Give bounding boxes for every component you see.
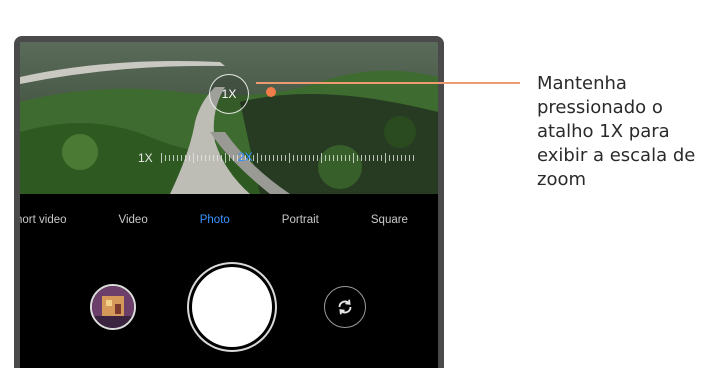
zoom-tick <box>164 155 166 161</box>
zoom-scale-ticks <box>160 153 414 163</box>
zoom-tick <box>404 155 406 161</box>
zoom-tick <box>384 153 386 163</box>
zoom-tick <box>324 155 326 161</box>
zoom-tick <box>412 155 414 161</box>
gallery-thumbnail-icon <box>92 286 134 328</box>
zoom-1x-button-label: 1X <box>221 87 237 101</box>
zoom-tick <box>272 155 274 161</box>
zoom-tick <box>172 155 174 161</box>
zoom-tick <box>228 155 230 161</box>
zoom-tick <box>224 153 226 163</box>
zoom-tick <box>276 155 278 161</box>
zoom-tick <box>188 155 190 161</box>
zoom-tick <box>176 155 178 161</box>
zoom-tick <box>356 155 358 161</box>
zoom-tick <box>336 155 338 161</box>
zoom-tick <box>208 155 210 161</box>
zoom-tick <box>280 155 282 161</box>
zoom-tick <box>296 155 298 161</box>
zoom-tick <box>328 155 330 161</box>
mode-bar: hort video Video Photo Portrait Square <box>20 214 438 236</box>
zoom-tick <box>368 155 370 161</box>
zoom-tick <box>204 155 206 161</box>
mode-portrait[interactable]: Portrait <box>282 214 319 236</box>
zoom-tick <box>200 155 202 161</box>
zoom-tick <box>392 155 394 161</box>
zoom-tick <box>396 155 398 161</box>
zoom-tick <box>268 155 270 161</box>
zoom-tick <box>180 155 182 161</box>
mode-video[interactable]: Video <box>119 214 148 236</box>
switch-camera-button[interactable] <box>324 286 366 328</box>
zoom-tick <box>168 155 170 161</box>
zoom-tick <box>400 155 402 161</box>
zoom-tick <box>260 155 262 161</box>
zoom-tick <box>160 153 162 163</box>
switch-camera-icon <box>338 299 352 315</box>
phone-frame: 1X 1X 2X hort video Video Photo Portrait… <box>14 36 444 368</box>
zoom-tick <box>316 155 318 161</box>
zoom-tick <box>232 155 234 161</box>
zoom-scale[interactable]: 1X 2X <box>138 148 414 168</box>
callout-text: Mantenha pressionado o atalho 1X para ex… <box>537 73 696 190</box>
zoom-tick <box>196 155 198 161</box>
zoom-tick <box>344 155 346 161</box>
zoom-tick <box>348 155 350 161</box>
callout-dot-icon <box>266 87 276 97</box>
zoom-tick <box>256 153 258 163</box>
shutter-button[interactable] <box>192 267 272 347</box>
zoom-tick <box>376 155 378 161</box>
viewfinder-scene <box>20 42 438 194</box>
zoom-tick <box>216 155 218 161</box>
zoom-tick <box>320 153 322 163</box>
mode-photo[interactable]: Photo <box>200 214 230 236</box>
zoom-tick <box>292 155 294 161</box>
zoom-tick <box>284 155 286 161</box>
zoom-tick <box>300 155 302 161</box>
zoom-tick <box>380 155 382 161</box>
zoom-tick <box>312 155 314 161</box>
zoom-tick <box>372 155 374 161</box>
zoom-tick <box>308 155 310 161</box>
zoom-tick <box>332 155 334 161</box>
camera-controls <box>20 264 438 354</box>
zoom-tick <box>360 155 362 161</box>
camera-screen: 1X 1X 2X hort video Video Photo Portrait… <box>20 42 438 368</box>
mode-square[interactable]: Square <box>371 214 408 236</box>
zoom-scale-active-label: 2X <box>238 150 253 164</box>
gallery-thumbnail-button[interactable] <box>90 284 136 330</box>
zoom-tick <box>252 155 254 161</box>
zoom-tick <box>288 153 290 163</box>
zoom-tick <box>388 155 390 161</box>
callout-line <box>256 82 520 84</box>
zoom-tick <box>212 155 214 161</box>
zoom-tick <box>408 155 410 161</box>
zoom-tick <box>192 153 194 163</box>
viewfinder[interactable]: 1X 1X 2X <box>20 42 438 194</box>
zoom-tick <box>364 155 366 161</box>
zoom-scale-min-label: 1X <box>138 151 153 165</box>
zoom-1x-button[interactable]: 1X <box>209 74 249 114</box>
zoom-tick <box>220 155 222 161</box>
zoom-tick <box>304 155 306 161</box>
zoom-tick <box>184 155 186 161</box>
mode-short-video[interactable]: hort video <box>20 214 67 236</box>
zoom-tick <box>352 153 354 163</box>
zoom-tick <box>340 155 342 161</box>
zoom-tick <box>264 155 266 161</box>
